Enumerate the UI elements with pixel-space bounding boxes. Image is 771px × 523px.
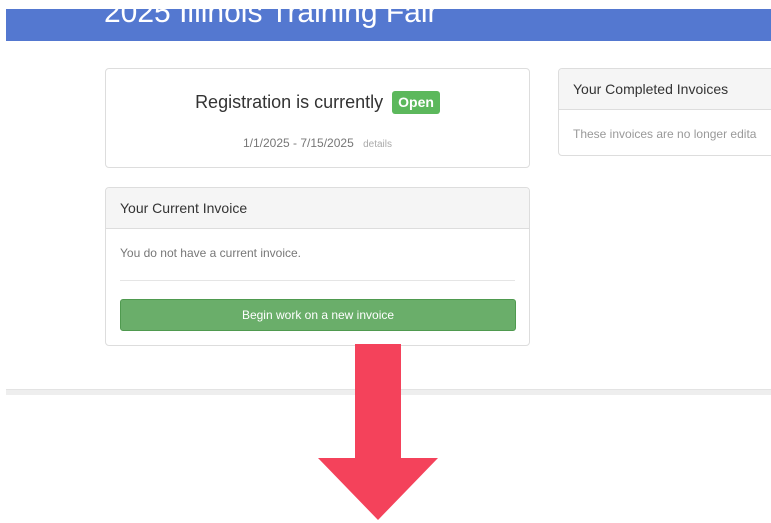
current-invoice-panel: Your Current Invoice You do not have a c…	[105, 187, 530, 346]
page-title: 2025 Illinois Training Fair	[104, 9, 438, 29]
registration-status-text: Registration is currently	[195, 92, 384, 112]
down-arrow-icon	[318, 344, 438, 520]
registration-panel: Registration is currently Open 1/1/2025 …	[105, 68, 530, 168]
no-current-invoice-message: You do not have a current invoice.	[120, 246, 302, 260]
completed-invoices-message: These invoices are no longer edita	[573, 127, 757, 141]
page-header: 2025 Illinois Training Fair	[6, 9, 771, 41]
current-invoice-heading: Your Current Invoice	[106, 188, 529, 229]
divider	[120, 280, 515, 281]
new-invoice-button[interactable]: Begin work on a new invoice	[120, 299, 516, 331]
completed-invoices-panel: Your Completed Invoices These invoices a…	[558, 68, 771, 156]
current-invoice-heading-text: Your Current Invoice	[120, 200, 248, 216]
registration-date-line: 1/1/2025 - 7/15/2025 details	[106, 135, 529, 153]
status-badge: Open	[392, 91, 440, 114]
completed-invoices-heading: Your Completed Invoices	[559, 69, 771, 110]
down-arrow-shape	[318, 344, 438, 520]
details-link[interactable]: details	[363, 139, 392, 150]
registration-date-range: 1/1/2025 - 7/15/2025	[242, 136, 354, 150]
registration-status-line: Registration is currently Open	[106, 90, 529, 114]
completed-invoices-heading-text: Your Completed Invoices	[573, 81, 729, 97]
